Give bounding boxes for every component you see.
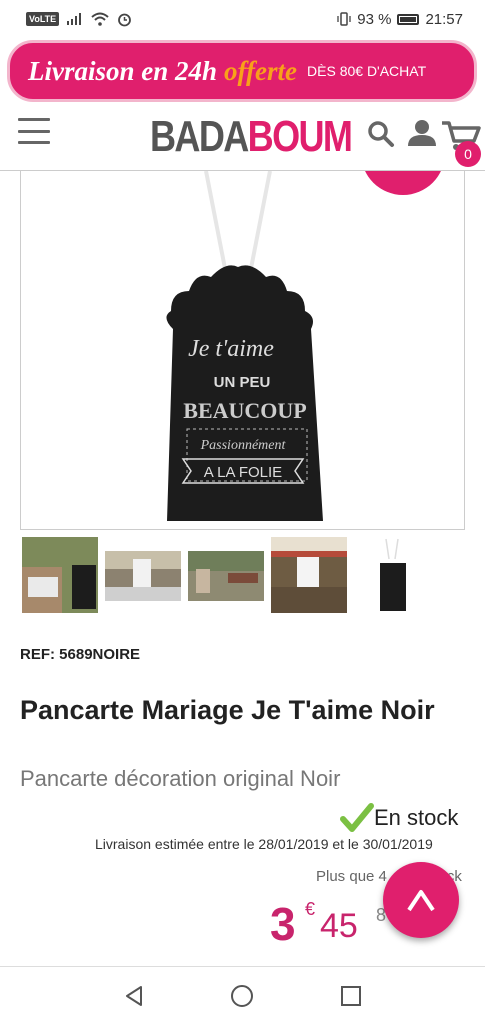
sign-line-2: UN PEU xyxy=(214,374,271,391)
thumbnail-strip xyxy=(20,537,465,617)
signal-icon xyxy=(67,13,82,25)
price-integer: 3 xyxy=(270,898,296,950)
price-currency: € xyxy=(305,899,316,919)
volte-icon: VoLTE xyxy=(26,12,60,26)
product-title: Pancarte Mariage Je T'aime Noir xyxy=(20,695,435,725)
system-nav-bar xyxy=(0,966,485,1024)
price: 3 € 45 xyxy=(270,897,358,951)
scroll-top-button[interactable] xyxy=(383,862,459,938)
thumbnail-1[interactable] xyxy=(22,537,98,613)
home-icon[interactable] xyxy=(230,984,254,1008)
status-bar: VoLTE 93 % 21:57 xyxy=(0,0,485,38)
thumbnail-3[interactable] xyxy=(188,551,264,601)
user-icon[interactable] xyxy=(407,119,437,147)
alarm-icon xyxy=(118,13,132,26)
sign-line-5: A LA FOLIE xyxy=(204,464,282,481)
product-reference: REF: 5689NOIRE xyxy=(20,646,141,663)
check-icon xyxy=(340,803,374,832)
back-icon[interactable] xyxy=(123,985,145,1007)
sign-illustration: Je t'aime UN PEU BEAUCOUP Passionnément … xyxy=(166,171,323,521)
chevron-up-icon xyxy=(407,890,435,912)
promo-main-text: Livraison en 24h xyxy=(28,55,218,86)
stock-status: En stock xyxy=(340,803,458,833)
cart-count-badge[interactable]: 0 xyxy=(455,141,481,167)
sign-line-3: BEAUCOUP xyxy=(183,398,306,423)
battery-level: 93 % xyxy=(357,10,392,28)
battery-icon xyxy=(397,13,420,25)
promo-accent-text: offerte xyxy=(224,55,298,86)
sign-line-1: Je t'aime xyxy=(188,336,274,362)
price-decimals: 45 xyxy=(320,907,358,945)
search-icon[interactable] xyxy=(367,120,395,148)
thumbnail-5[interactable] xyxy=(354,537,430,613)
vibrate-icon xyxy=(337,12,351,26)
product-image[interactable]: Je t'aime UN PEU BEAUCOUP Passionnément … xyxy=(20,171,465,530)
recents-icon[interactable] xyxy=(340,985,362,1007)
stock-label: En stock xyxy=(374,805,459,830)
site-header: BADABOUM xyxy=(0,108,485,171)
thumbnail-2[interactable] xyxy=(105,551,181,601)
product-subtitle: Pancarte décoration original Noir xyxy=(20,766,341,791)
promo-condition-text: DÈS 80€ D'ACHAT xyxy=(307,63,427,79)
sign-line-4: Passionnément xyxy=(200,438,287,453)
thumbnail-4[interactable] xyxy=(271,537,347,613)
menu-icon[interactable] xyxy=(18,118,50,144)
logo[interactable]: BADABOUM xyxy=(150,112,353,162)
wifi-icon xyxy=(91,12,109,26)
promo-banner[interactable]: Livraison en 24h offerte DÈS 80€ D'ACHAT xyxy=(7,40,477,102)
clock: 21:57 xyxy=(425,10,463,28)
delivery-estimate: Livraison estimée entre le 28/01/2019 et… xyxy=(95,836,433,852)
